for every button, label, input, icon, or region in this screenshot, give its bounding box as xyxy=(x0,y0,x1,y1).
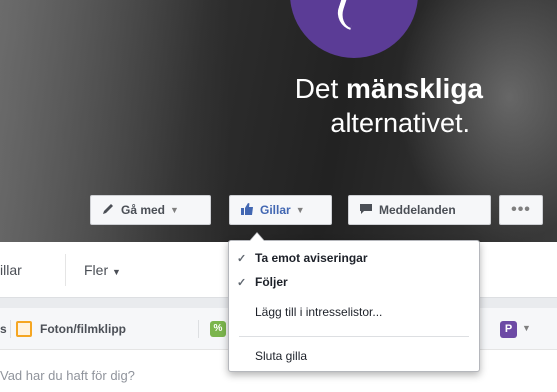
page-avatar-icon[interactable]: P xyxy=(500,321,517,338)
checkmark-icon: ✓ xyxy=(237,276,247,289)
join-button-label: Gå med xyxy=(121,203,166,217)
tab-more[interactable]: Fler ▼ xyxy=(84,262,121,278)
checkmark-icon: ✓ xyxy=(237,252,247,265)
menu-item-label: Sluta gilla xyxy=(255,349,308,363)
chevron-down-icon: ▼ xyxy=(112,267,121,277)
menu-item-unlike[interactable]: Sluta gilla xyxy=(229,345,479,367)
more-actions-button[interactable]: ••• xyxy=(499,195,543,225)
composer-input[interactable]: Vad har du haft för dig? xyxy=(0,368,135,383)
menu-item-following[interactable]: ✓ Följer xyxy=(229,271,479,293)
message-icon xyxy=(359,203,373,218)
menu-item-label: Ta emot aviseringar xyxy=(255,251,368,265)
menu-item-notifications[interactable]: ✓ Ta emot aviseringar xyxy=(229,247,479,269)
tab-divider xyxy=(65,254,66,286)
like-button-label: Gillar xyxy=(260,203,291,217)
menu-item-label: Följer xyxy=(255,275,288,289)
chevron-down-icon: ▼ xyxy=(170,205,179,215)
pencil-icon xyxy=(101,202,115,219)
like-dropdown-menu: ✓ Ta emot aviseringar ✓ Följer Lägg till… xyxy=(228,240,480,372)
composer-divider xyxy=(10,320,11,338)
join-button[interactable]: Gå med ▼ xyxy=(90,195,211,225)
menu-divider xyxy=(239,336,469,337)
message-button-label: Meddelanden xyxy=(379,203,456,217)
photo-video-tab[interactable]: Foton/filmklipp xyxy=(40,322,126,336)
chevron-down-icon[interactable]: ▼ xyxy=(522,323,531,333)
like-button[interactable]: Gillar ▼ xyxy=(229,195,332,225)
composer-tab-partial[interactable]: s xyxy=(0,322,7,336)
cover-slogan-line2: alternativet. xyxy=(330,108,470,138)
tab-likes[interactable]: illar xyxy=(0,262,22,278)
photo-icon xyxy=(16,321,32,337)
dropdown-arrow-inner xyxy=(250,233,264,241)
message-button[interactable]: Meddelanden xyxy=(348,195,491,225)
composer-divider xyxy=(198,320,199,338)
slogan-prefix: Det xyxy=(294,73,339,104)
offer-icon[interactable]: % xyxy=(210,321,226,337)
menu-item-label: Lägg till i intresselistor... xyxy=(255,305,383,319)
chevron-down-icon: ▼ xyxy=(295,205,305,215)
thumbs-up-icon xyxy=(240,202,254,219)
tab-more-label: Fler xyxy=(84,262,109,278)
slogan-bold: mänskliga xyxy=(346,73,483,104)
cover-slogan-line1: Det mänskliga xyxy=(0,74,483,104)
menu-item-add-to-lists[interactable]: Lägg till i intresselistor... xyxy=(229,301,479,323)
